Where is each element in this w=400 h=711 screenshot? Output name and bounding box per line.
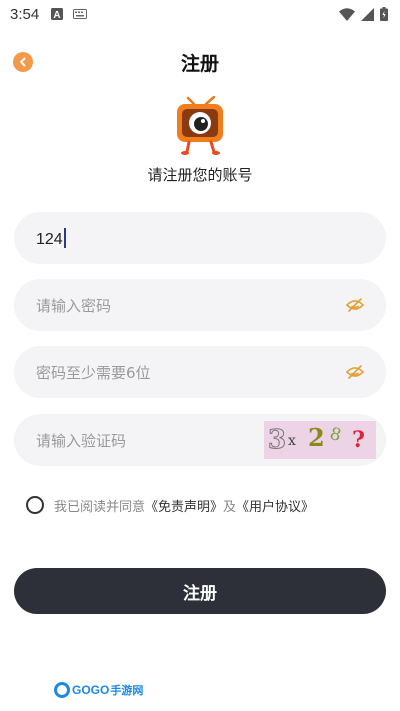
watermark-icon (54, 682, 70, 698)
signal-icon (361, 7, 374, 21)
agree-radio[interactable] (26, 496, 44, 514)
user-agreement-link[interactable]: 《用户协议》 (236, 496, 314, 515)
header: 注册 (0, 44, 400, 80)
eye-hidden-icon[interactable] (346, 365, 364, 379)
confirm-password-placeholder: 密码至少需要6位 (36, 363, 151, 382)
confirm-password-input[interactable]: 密码至少需要6位 (14, 346, 386, 398)
captcha-char: ? (352, 427, 365, 453)
account-value: 124 (36, 227, 364, 249)
captcha-char: 3 (267, 425, 287, 456)
password-placeholder: 请输入密码 (36, 296, 112, 315)
captcha-char: 2 (308, 423, 325, 452)
watermark-logo: GOGO 手游网 (54, 682, 143, 698)
agreement-row: 我已阅读并同意 《免责声明》 及 《用户协议》 (26, 494, 314, 516)
keyboard-icon (73, 9, 88, 19)
watermark-cn: 手游网 (110, 684, 144, 697)
svg-text:A: A (54, 10, 61, 20)
agreement-and: 及 (223, 499, 237, 515)
captcha-char: 8 (327, 423, 344, 447)
status-bar: 3:54 A (0, 0, 400, 28)
back-button[interactable] (13, 52, 33, 72)
register-button[interactable]: 注册 (14, 568, 386, 614)
eye-hidden-icon[interactable] (346, 298, 364, 312)
account-input[interactable]: 124 (14, 212, 386, 264)
page-title: 注册 (180, 52, 219, 75)
watermark-latin: GOGO (72, 683, 110, 697)
text-caret (63, 227, 66, 248)
captcha-image[interactable]: 3 x 2 8 ? (264, 421, 376, 459)
wifi-icon (339, 7, 355, 21)
captcha-char: x (288, 433, 296, 449)
status-time: 3:54 (10, 5, 40, 23)
battery-icon (380, 7, 388, 21)
notification-a-icon: A (51, 8, 64, 20)
page-subtitle: 请注册您的账号 (147, 166, 253, 184)
tv-mascot-logo (177, 96, 223, 155)
agreement-prefix: 我已阅读并同意 (54, 499, 146, 515)
chevron-left-icon (20, 57, 26, 67)
disclaimer-link[interactable]: 《免责声明》 (145, 496, 223, 515)
password-input[interactable]: 请输入密码 (14, 279, 386, 331)
verify-code-input[interactable]: 请输入验证码 3 x 2 8 ? (14, 414, 386, 466)
